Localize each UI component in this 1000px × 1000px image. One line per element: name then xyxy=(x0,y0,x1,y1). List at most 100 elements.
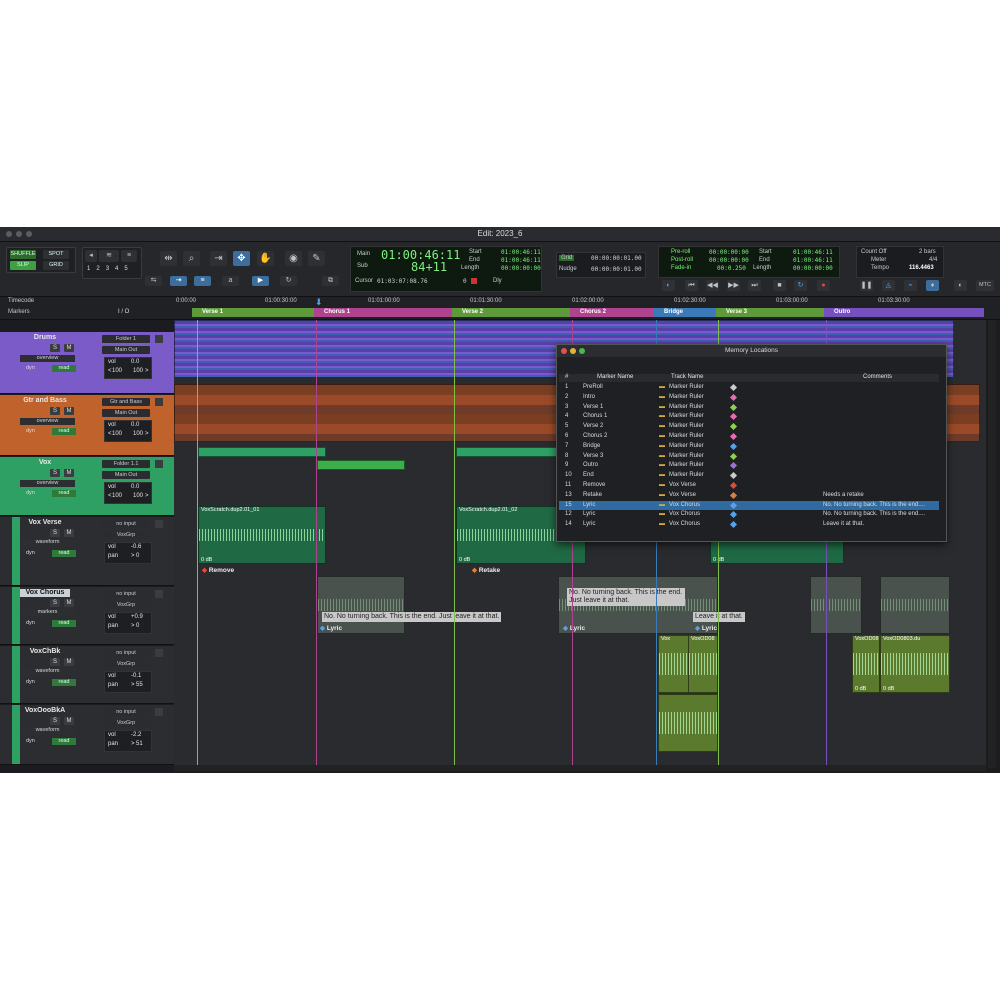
memory-location-row[interactable]: 12 Lyric ▬ Vox Chorus No. No turning back. T… xyxy=(559,510,939,520)
track-name[interactable]: VoxOooBkA xyxy=(20,707,70,715)
keyboard-focus-icon[interactable]: a xyxy=(222,276,239,286)
tempo-ruler-icon[interactable]: ♦ xyxy=(926,280,939,291)
spot-mode-button[interactable]: SPOT xyxy=(43,250,69,259)
vertical-scrollbar[interactable] xyxy=(988,320,996,768)
automation-mode[interactable]: read xyxy=(52,428,76,435)
volume-pan-box[interactable]: vol 0.0 <100 100 > xyxy=(104,357,152,379)
play-loop-icon[interactable]: ↻ xyxy=(794,280,807,291)
main-counter[interactable]: Main Sub 01:00:46:11 84+11 Start End Len… xyxy=(350,246,542,292)
input-selector[interactable]: no input xyxy=(102,649,150,657)
input-selector[interactable]: no input xyxy=(102,520,150,528)
automation-mode[interactable]: read xyxy=(52,550,76,557)
record-icon[interactable]: ● xyxy=(817,280,830,291)
memory-location-row[interactable]: 8 Verse 3 ▬ Marker Ruler xyxy=(559,452,939,462)
zoomer-tool-icon[interactable]: ⌕ xyxy=(183,251,200,266)
zoom-out-icon[interactable]: ◂ xyxy=(85,250,97,262)
track-header[interactable]: Vox Verse S Mwaveform dyn read no input VoxGrp… xyxy=(0,517,174,586)
voxchbk-clip[interactable]: VoxOD0803.du 0 dB xyxy=(880,635,950,693)
minimize-icon[interactable] xyxy=(570,348,576,354)
volume-pan-box[interactable]: vol -0.1 pan >55 xyxy=(104,671,152,693)
track-name[interactable]: Drums xyxy=(20,334,70,342)
track-menu-icon[interactable] xyxy=(155,590,163,598)
zoom-presets[interactable]: 12345 xyxy=(87,266,141,275)
volume-value[interactable]: 0.0 xyxy=(131,484,139,490)
marker-verse-3[interactable]: Verse 3 xyxy=(716,308,824,317)
memory-location-row[interactable]: 3 Verse 1 ▬ Marker Ruler xyxy=(559,403,939,413)
solo-button[interactable]: S xyxy=(50,599,60,607)
playhead-icon[interactable]: ⬇ xyxy=(315,297,323,308)
volume-value[interactable]: -0.6 xyxy=(131,544,141,550)
input-selector[interactable]: no input xyxy=(102,708,150,716)
track-header[interactable]: VoxChBk S Mwaveform dyn read no input VoxGrp vo… xyxy=(0,646,174,704)
solo-button[interactable]: S xyxy=(50,529,60,537)
solo-button[interactable]: S xyxy=(50,717,60,725)
grid-mode-button[interactable]: GRID xyxy=(43,261,69,270)
vox-chorus-clip[interactable] xyxy=(880,576,950,634)
metronome-icon[interactable]: ◬ xyxy=(882,280,895,291)
track-menu-icon[interactable] xyxy=(155,398,163,406)
shuffle-mode-button[interactable]: SHUFFLE xyxy=(10,250,36,259)
track-menu-icon[interactable] xyxy=(155,649,163,657)
output-selector[interactable]: Main Out xyxy=(102,409,150,417)
automation-mode[interactable]: read xyxy=(52,738,76,745)
memory-location-row[interactable]: 5 Verse 2 ▬ Marker Ruler xyxy=(559,422,939,432)
memory-location-row[interactable]: 4 Chorus 1 ▬ Marker Ruler xyxy=(559,412,939,422)
memory-location-row[interactable]: 10 End ▬ Marker Ruler xyxy=(559,471,939,481)
track-menu-icon[interactable] xyxy=(155,335,163,343)
track-view-selector[interactable]: waveform xyxy=(20,668,75,675)
volume-pan-box[interactable]: vol +0.9 pan >0 xyxy=(104,612,152,634)
retake-marker[interactable]: ◆ Retake xyxy=(472,566,500,574)
track-view-selector[interactable]: waveform xyxy=(20,539,75,546)
volume-pan-box[interactable]: vol -0.6 pan >0 xyxy=(104,542,152,564)
volume-value[interactable]: -2.2 xyxy=(131,732,141,738)
mirror-midi-icon[interactable]: ≡ xyxy=(194,276,211,286)
scrubber-tool-icon[interactable]: ◉ xyxy=(285,251,302,266)
input-selector[interactable]: no input xyxy=(102,590,150,598)
track-view-selector[interactable]: waveform xyxy=(20,727,75,734)
track-name[interactable]: Gtr and Bass xyxy=(20,397,70,405)
nudge-value[interactable]: 00:00:00:01.00 xyxy=(591,266,642,273)
selector-tool-icon[interactable]: ⇥ xyxy=(210,251,227,266)
sync-icon[interactable]: ◐ xyxy=(954,280,967,291)
pencil-tool-icon[interactable]: ✎ xyxy=(308,251,325,266)
pause-icon[interactable]: ❚❚ xyxy=(860,280,873,291)
mute-button[interactable]: M xyxy=(64,658,74,666)
solo-button[interactable]: S xyxy=(50,469,60,477)
volume-pan-box[interactable]: vol 0.0 <100 100 > xyxy=(104,482,152,504)
mute-button[interactable]: M xyxy=(64,599,74,607)
automation-mode[interactable]: read xyxy=(52,679,76,686)
memory-location-row[interactable]: 13 Retake ▬ Vox Verse Needs a retake xyxy=(559,491,939,501)
solo-button[interactable]: S xyxy=(50,658,60,666)
input-selector[interactable]: Folder 1 xyxy=(102,335,150,343)
volume-value[interactable]: 0.0 xyxy=(131,422,139,428)
track-header[interactable]: Drums S Moverview dyn read Folder 1 Main Out vo… xyxy=(0,332,174,394)
memory-location-row[interactable]: 6 Chorus 2 ▬ Marker Ruler xyxy=(559,432,939,442)
slip-mode-button[interactable]: SLIP xyxy=(10,261,36,270)
link-icon[interactable]: ⇆ xyxy=(145,276,162,286)
volume-pan-box[interactable]: vol 0.0 <100 100 > xyxy=(104,420,152,442)
horizontal-scrollbar[interactable] xyxy=(174,765,986,771)
voxchbk-clip[interactable]: VoxOD08 0 dB xyxy=(852,635,880,693)
memory-location-row[interactable]: 2 Intro ▬ Marker Ruler xyxy=(559,393,939,403)
track-view-selector[interactable]: markers xyxy=(20,609,75,616)
track-view-selector[interactable]: overview xyxy=(20,418,75,425)
tempo-value[interactable]: 116.4463 xyxy=(909,265,934,271)
lyric-marker[interactable]: ◆ Lyric xyxy=(695,624,717,632)
mute-button[interactable]: M xyxy=(64,529,74,537)
marker-chorus-1[interactable]: Chorus 1 xyxy=(314,308,452,317)
fast-forward-icon[interactable]: ▶▶ xyxy=(727,280,740,291)
track-view-selector[interactable]: overview xyxy=(20,480,75,487)
mute-button[interactable]: M xyxy=(64,344,74,352)
output-selector[interactable]: Main Out xyxy=(102,346,150,354)
solo-button[interactable]: S xyxy=(50,407,60,415)
memory-location-row[interactable]: 15 Lyric ▬ Vox Chorus No. No turning back. T… xyxy=(559,500,939,511)
output-selector[interactable]: VoxGrp xyxy=(102,660,150,668)
track-height-icon[interactable]: ≡ xyxy=(121,250,137,262)
voxooobka-clip[interactable] xyxy=(658,694,718,752)
lyric-marker[interactable]: ◆ Lyric xyxy=(320,624,342,632)
memory-location-row[interactable]: 11 Remove ▬ Vox Verse xyxy=(559,481,939,491)
pan-value[interactable]: 0 xyxy=(136,553,139,559)
vox-folder-clip[interactable] xyxy=(317,460,405,470)
voxchbk-clip[interactable]: VoxOD08 xyxy=(688,635,718,693)
smart-tool-icon[interactable]: ✥ xyxy=(233,251,250,266)
